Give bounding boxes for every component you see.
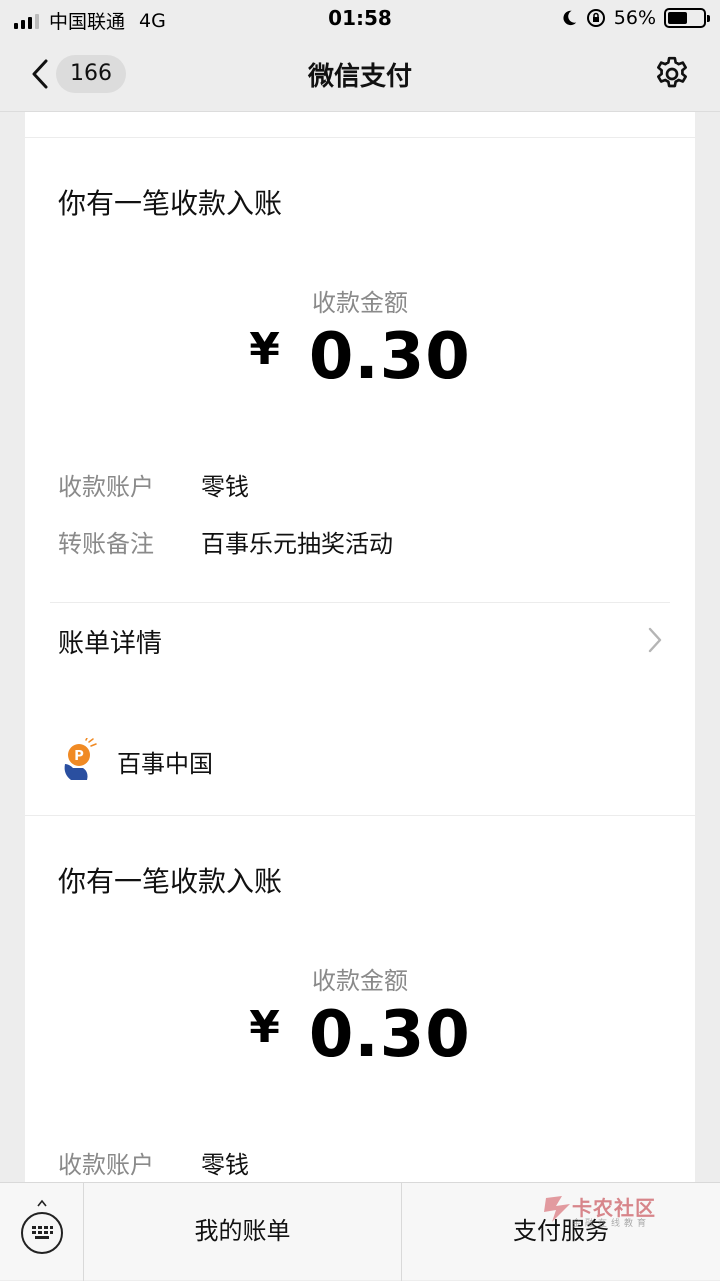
moon-icon (563, 10, 576, 26)
my-bills-tab[interactable]: 我的账单 (84, 1183, 402, 1281)
amount-value: ¥0.30 (25, 320, 695, 394)
amount-label: 收款金额 (312, 967, 408, 995)
settings-button[interactable] (652, 54, 692, 94)
amount-number: 0.30 (308, 320, 471, 394)
orientation-lock-icon (586, 9, 605, 27)
chevron-up-icon (37, 1199, 47, 1207)
merchant-header[interactable]: P 百事中国 (25, 704, 695, 816)
note-value: 百事乐元抽奖活动 (201, 530, 393, 558)
note-key: 转账备注 (58, 530, 154, 558)
watermark: 卡农社区 金融在线教育 (542, 1192, 672, 1230)
merchant-name: 百事中国 (117, 750, 213, 778)
status-right: 56% (560, 7, 710, 29)
keyboard-toggle-button[interactable] (0, 1183, 84, 1281)
message-list[interactable]: 你有一笔收款入账 收款金额 ¥0.30 收款账户 零钱 转账备注 百事乐元抽奖活… (0, 112, 720, 1182)
card-divider (25, 137, 695, 138)
card-divider (25, 815, 695, 816)
battery-percent: 56% (613, 7, 656, 29)
payment-notice-card[interactable]: 你有一笔收款入账 收款金额 ¥0.30 收款账户 零钱 转账备注 百事乐元抽奖活… (25, 112, 695, 795)
account-value: 零钱 (201, 473, 249, 501)
battery-icon (664, 8, 710, 28)
payment-notice-card[interactable]: P 百事中国 你有一笔收款入账 收款金额 ¥0.30 收款账户 零钱 (25, 704, 695, 1182)
account-key: 收款账户 (58, 473, 154, 501)
bill-detail-label: 账单详情 (58, 629, 163, 659)
notice-heading: 你有一笔收款入账 (58, 187, 283, 220)
nav-bar: 166 微信支付 (0, 36, 720, 112)
gear-icon (657, 56, 687, 88)
svg-text:P: P (74, 749, 84, 764)
amount-value: ¥0.30 (25, 998, 695, 1072)
currency-symbol: ¥ (249, 324, 281, 375)
amount-number: 0.30 (308, 998, 471, 1072)
keyboard-icon (21, 1212, 63, 1254)
watermark-logo-icon (544, 1196, 570, 1222)
watermark-subtitle: 金融在线教育 (572, 1219, 651, 1229)
currency-symbol: ¥ (249, 1002, 281, 1053)
status-bar: 中国联通 4G 01:58 56% (0, 0, 720, 36)
bill-detail-row[interactable]: 账单详情 (50, 603, 670, 681)
account-value: 零钱 (201, 1151, 249, 1179)
pepsi-logo-icon: P (64, 738, 97, 780)
chevron-right-icon (648, 627, 662, 653)
amount-label: 收款金额 (312, 289, 408, 317)
page-title: 微信支付 (307, 62, 412, 92)
notice-heading: 你有一笔收款入账 (58, 865, 283, 898)
account-key: 收款账户 (58, 1151, 154, 1179)
